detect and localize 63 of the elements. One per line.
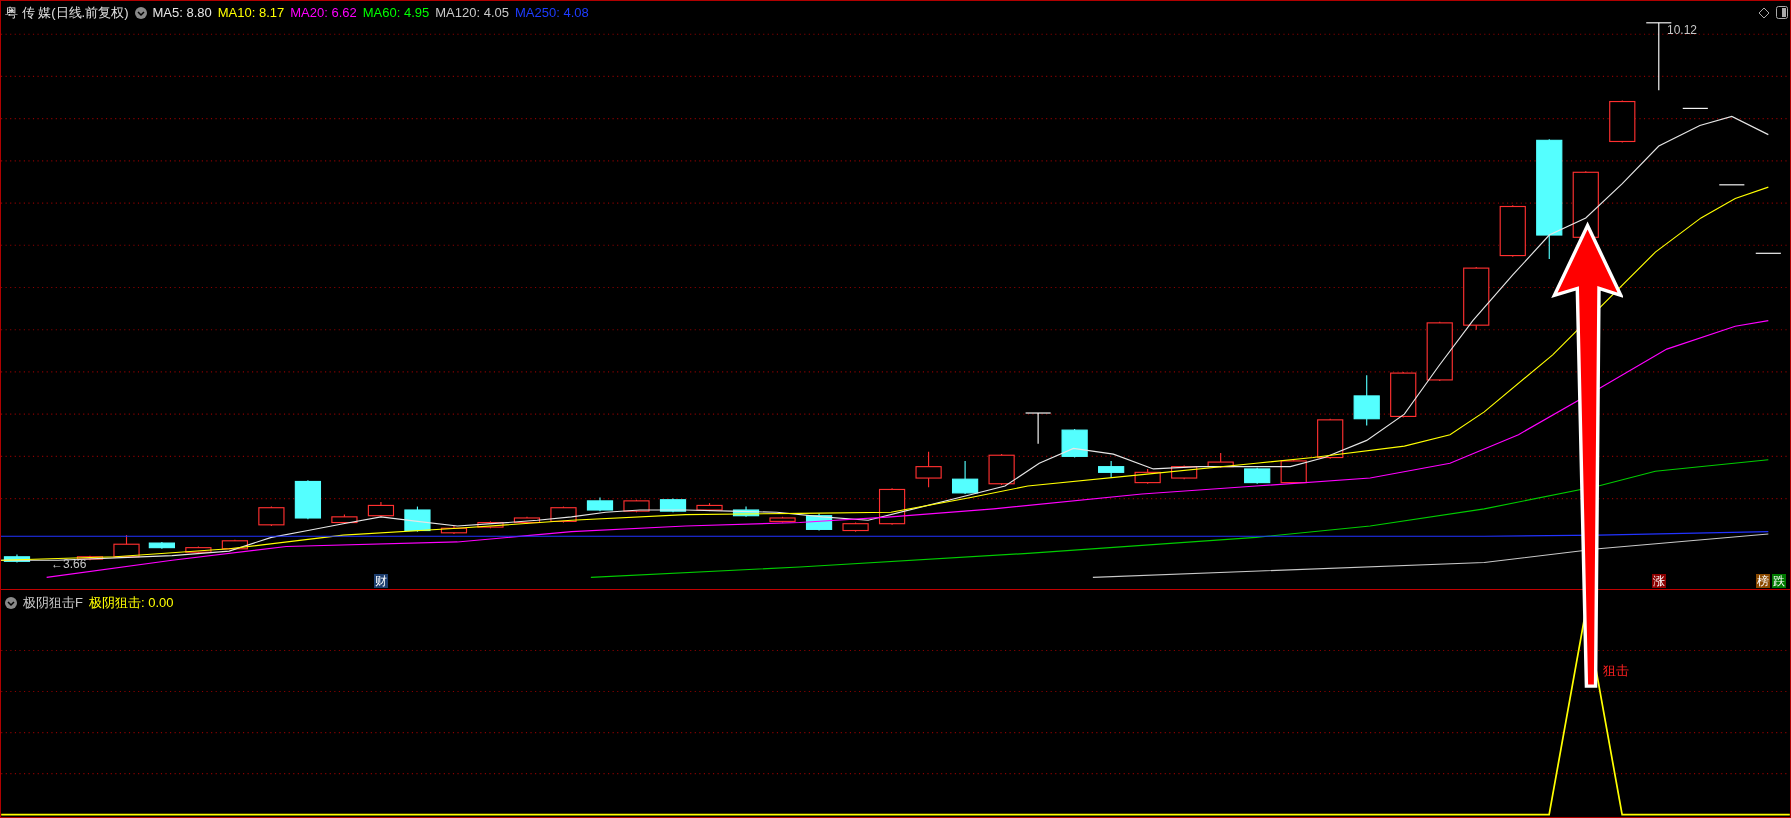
- candlestick: [878, 487, 906, 526]
- indicator-value: MA5: 8.80: [152, 4, 212, 22]
- candlestick: [331, 514, 358, 525]
- event-tag[interactable]: 涨: [1652, 574, 1666, 588]
- dropdown-icon[interactable]: [134, 6, 147, 19]
- candlestick: [842, 521, 869, 533]
- signal-label: 狙击: [1603, 662, 1629, 680]
- indicator-value: MA250: 4.08: [515, 4, 589, 22]
- candlestick: [440, 525, 468, 535]
- price-label: ←3.66: [51, 556, 87, 573]
- candlestick: [1390, 371, 1417, 419]
- candlestick: [1025, 412, 1052, 445]
- candlestick: [1755, 252, 1782, 254]
- event-tag[interactable]: 跌: [1772, 574, 1786, 588]
- candlestick: [1207, 452, 1234, 469]
- candlestick: [1682, 107, 1709, 109]
- candlestick: [1463, 266, 1490, 331]
- chart-title: 粤 传 媒(日线.前复权): [5, 4, 129, 22]
- dropdown-icon[interactable]: [5, 596, 17, 609]
- candlestick: [1134, 468, 1161, 485]
- candlestick: [404, 506, 431, 533]
- candlestick: [1572, 170, 1599, 239]
- candlestick: [915, 451, 942, 488]
- candlestick: [113, 534, 140, 559]
- candlestick: [76, 555, 104, 561]
- candlestick: [148, 541, 175, 550]
- candlestick: [1499, 204, 1526, 258]
- candlestick: [1718, 184, 1745, 186]
- indicator-title: 极阴狙击F: [23, 594, 83, 612]
- candlestick: [1280, 459, 1307, 485]
- candlestick: [696, 502, 723, 512]
- candlestick: [513, 516, 541, 525]
- candlestick: [988, 453, 1015, 486]
- candlestick: [550, 506, 577, 524]
- candlestick: [1098, 460, 1125, 479]
- candlestick: [1317, 418, 1344, 460]
- indicator-value: MA60: 4.95: [362, 4, 430, 22]
- indicator-value: MA10: 8.17: [217, 4, 285, 22]
- diamond-icon[interactable]: [1758, 7, 1770, 19]
- price-label: 10.12: [1667, 22, 1698, 39]
- candlestick: [951, 460, 979, 495]
- candlestick: [258, 506, 285, 527]
- indicator-value: MA20: 6.62: [290, 4, 357, 22]
- candlestick: [1426, 321, 1453, 382]
- indicator-value: MA120: 4.05: [435, 4, 509, 22]
- candlestick: [221, 539, 248, 551]
- candlestick: [367, 501, 395, 518]
- candlestick: [294, 479, 322, 520]
- panel-toggle-icon[interactable]: [1776, 6, 1788, 19]
- event-tag[interactable]: 榜: [1756, 574, 1770, 588]
- indicator-value: 极阴狙击: 0.00: [88, 594, 174, 612]
- candlestick: [769, 516, 796, 524]
- candlestick: [586, 496, 614, 512]
- candlestick: [1353, 374, 1380, 427]
- candlestick: [732, 506, 760, 518]
- candlestick: [477, 520, 504, 529]
- candlestick: [1244, 467, 1271, 485]
- candlestick: [1061, 428, 1088, 459]
- candlestick: [185, 545, 212, 554]
- event-tag[interactable]: 财: [374, 574, 388, 588]
- candlestick: [1609, 99, 1636, 144]
- candlestick: [3, 553, 31, 564]
- candlestick: [623, 499, 650, 513]
